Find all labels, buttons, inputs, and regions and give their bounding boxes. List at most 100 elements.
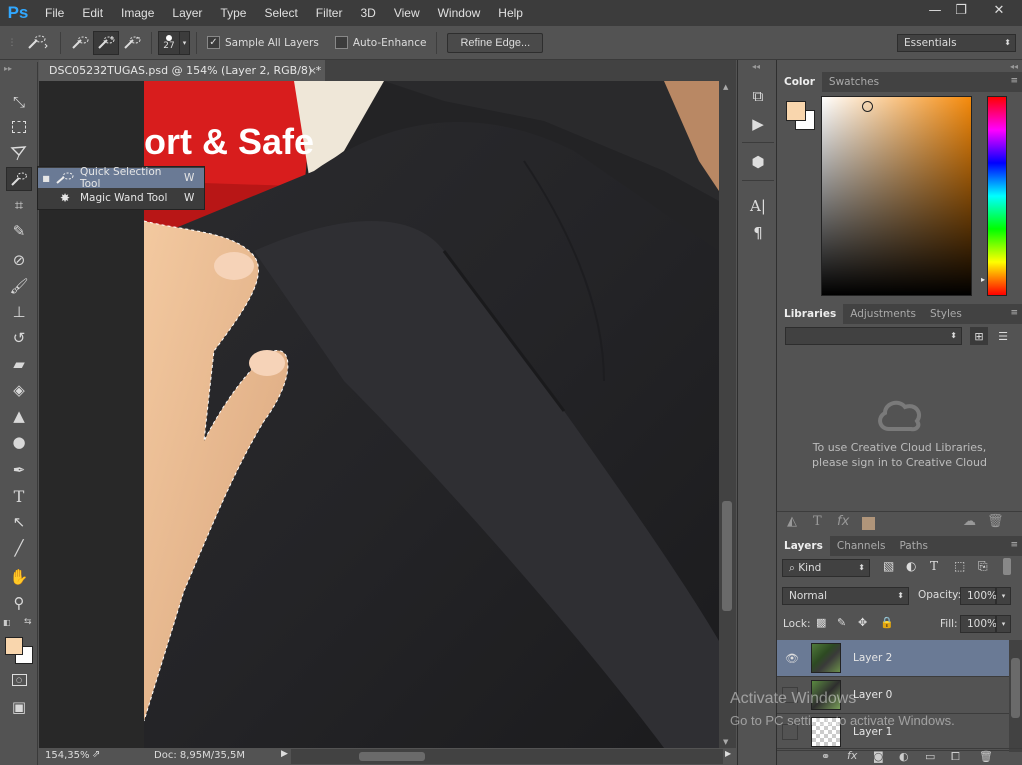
link-layers-icon[interactable]: ⚭ bbox=[821, 750, 830, 763]
filter-adjustment-icon[interactable]: ◐ bbox=[906, 559, 916, 573]
library-select[interactable]: ⬍ bbox=[785, 327, 962, 345]
new-adjustment-layer-icon[interactable]: ◐ bbox=[899, 750, 909, 763]
eraser-tool[interactable]: ▰ bbox=[6, 352, 32, 376]
zoom-tool[interactable]: ⚲ bbox=[6, 591, 32, 615]
add-mask-icon[interactable]: ◙ bbox=[873, 750, 884, 763]
menu-filter[interactable]: Filter bbox=[307, 0, 352, 26]
sample-all-layers-option[interactable]: ✓ Sample All Layers bbox=[207, 36, 319, 49]
filter-pixel-icon[interactable]: ▧ bbox=[883, 559, 894, 573]
brush-tool[interactable]: 🖌 bbox=[6, 274, 32, 298]
add-graphic-icon[interactable]: ◭ bbox=[787, 514, 797, 529]
collapse-dock-icon[interactable]: ◂◂ bbox=[1010, 62, 1018, 71]
panel-menu-icon[interactable]: ≡ bbox=[1010, 308, 1018, 318]
tab-libraries[interactable]: Libraries bbox=[777, 304, 844, 324]
3d-panel-button[interactable]: ⬢ bbox=[745, 150, 771, 174]
auto-enhance-checkbox[interactable] bbox=[334, 36, 348, 49]
delete-layer-icon[interactable]: 🗑 bbox=[979, 750, 993, 763]
menu-help[interactable]: Help bbox=[489, 0, 532, 26]
path-selection-tool[interactable]: ↖ bbox=[6, 510, 32, 534]
menu-file[interactable]: File bbox=[36, 0, 73, 26]
tab-channels[interactable]: Channels bbox=[830, 536, 893, 556]
close-document-button[interactable]: × bbox=[308, 60, 317, 81]
layer-filter-select[interactable]: ⌕ Kind ⬍ bbox=[782, 559, 870, 577]
add-layer-style-icon[interactable]: fx bbox=[847, 749, 857, 762]
scrollbar-thumb[interactable] bbox=[722, 501, 732, 611]
blend-mode-select[interactable]: Normal ⬍ bbox=[782, 587, 909, 605]
eyedropper-tool[interactable]: ✎ bbox=[6, 219, 32, 243]
pen-tool[interactable]: ✒ bbox=[6, 458, 32, 482]
new-selection-button[interactable] bbox=[67, 31, 93, 55]
tab-styles[interactable]: Styles bbox=[923, 304, 969, 324]
brush-size-picker[interactable]: 27 bbox=[158, 30, 180, 55]
menu-window[interactable]: Window bbox=[429, 0, 490, 26]
fill-dropdown-arrow[interactable]: ▾ bbox=[996, 615, 1011, 633]
zoom-level[interactable]: 154,35% bbox=[45, 750, 90, 761]
brush-size-dropdown-arrow[interactable]: ▾ bbox=[180, 30, 190, 55]
move-tool[interactable]: ⤡ bbox=[6, 90, 32, 114]
hue-slider-handle[interactable]: ▸ bbox=[981, 275, 985, 284]
scroll-right-icon[interactable]: ▶ bbox=[725, 749, 731, 758]
export-icon[interactable]: ⇗ bbox=[92, 749, 100, 760]
default-colors-icon[interactable]: ◧ bbox=[3, 618, 11, 627]
menu-select[interactable]: Select bbox=[255, 0, 306, 26]
lock-all-icon[interactable]: 🔒 bbox=[880, 616, 894, 629]
vertical-scrollbar[interactable]: ▲ ▼ bbox=[719, 81, 736, 748]
tab-layers[interactable]: Layers bbox=[777, 536, 830, 556]
line-tool[interactable]: ╱ bbox=[6, 536, 32, 560]
blur-tool[interactable]: ▲ bbox=[6, 404, 32, 428]
panel-menu-icon[interactable]: ≡ bbox=[1010, 540, 1018, 550]
lock-transparent-icon[interactable]: ▩ bbox=[816, 616, 826, 629]
refine-edge-button[interactable]: Refine Edge... bbox=[447, 32, 544, 53]
screen-mode-button[interactable]: ▣ bbox=[6, 695, 32, 719]
layers-scrollbar[interactable] bbox=[1009, 640, 1022, 752]
tab-adjustments[interactable]: Adjustments bbox=[843, 304, 923, 324]
list-view-button[interactable]: ☰ bbox=[994, 327, 1012, 345]
layer-name[interactable]: Layer 0 bbox=[853, 689, 892, 701]
menu-image[interactable]: Image bbox=[112, 0, 163, 26]
marquee-tool[interactable] bbox=[6, 115, 32, 139]
horizontal-scrollbar[interactable] bbox=[291, 749, 723, 764]
flyout-item-magic-wand[interactable]: ✸ Magic Wand Tool W bbox=[38, 188, 204, 208]
hand-tool[interactable]: ✋ bbox=[6, 565, 32, 589]
filter-smart-object-icon[interactable]: ⎘ bbox=[978, 559, 988, 574]
horizontal-scrollbar-thumb[interactable] bbox=[359, 752, 425, 761]
history-brush-tool[interactable]: ↺ bbox=[6, 326, 32, 350]
scroll-up-icon[interactable]: ▲ bbox=[723, 83, 728, 91]
color-picker-circle[interactable] bbox=[862, 101, 873, 112]
lock-pixels-icon[interactable]: ✎ bbox=[837, 616, 846, 629]
menu-layer[interactable]: Layer bbox=[163, 0, 211, 26]
sample-all-layers-checkbox[interactable]: ✓ bbox=[207, 36, 220, 49]
collapse-toolbox-icon[interactable]: ▸▸ bbox=[4, 64, 12, 73]
panel-menu-icon[interactable]: ≡ bbox=[1010, 76, 1018, 86]
fill-input[interactable]: 100% bbox=[960, 615, 997, 633]
add-color-icon[interactable] bbox=[862, 517, 875, 530]
menu-type[interactable]: Type bbox=[211, 0, 255, 26]
color-field[interactable] bbox=[821, 96, 972, 296]
add-style-icon[interactable]: fx bbox=[837, 514, 849, 529]
restore-button[interactable]: ❐ bbox=[946, 0, 976, 20]
trash-icon[interactable]: 🗑 bbox=[987, 514, 1004, 529]
dodge-tool[interactable]: ● bbox=[6, 430, 32, 454]
add-text-icon[interactable]: T bbox=[813, 514, 822, 529]
layer-name[interactable]: Layer 2 bbox=[853, 652, 892, 664]
panel-foreground-swatch[interactable] bbox=[786, 101, 806, 121]
lasso-tool[interactable] bbox=[6, 141, 32, 165]
document-tab[interactable]: DSC05232TUGAS.psd @ 154% (Layer 2, RGB/8… bbox=[39, 60, 325, 81]
workspace-select[interactable]: Essentials ⬍ bbox=[897, 34, 1016, 52]
hue-slider[interactable]: ▸ bbox=[981, 96, 1007, 296]
visibility-eye-icon[interactable]: 👁 bbox=[785, 652, 799, 665]
quick-selection-tool[interactable] bbox=[6, 167, 32, 191]
close-window-button[interactable]: ✕ bbox=[982, 0, 1016, 20]
collapse-strip-icon[interactable]: ◂◂ bbox=[752, 62, 760, 71]
lock-position-icon[interactable]: ✥ bbox=[858, 616, 867, 629]
document-image[interactable]: ort & Safe bbox=[144, 81, 719, 748]
tool-preset-picker[interactable] bbox=[20, 31, 54, 55]
auto-enhance-option[interactable]: Auto-Enhance bbox=[334, 36, 426, 49]
add-to-selection-button[interactable] bbox=[93, 30, 119, 55]
filter-shape-icon[interactable]: ⬚ bbox=[954, 559, 965, 573]
scroll-down-icon[interactable]: ▼ bbox=[723, 738, 728, 746]
quick-mask-button[interactable]: ○ bbox=[6, 668, 32, 692]
cloud-sync-icon[interactable]: ☁ bbox=[963, 514, 976, 529]
paint-bucket-tool[interactable]: ◈ bbox=[6, 378, 32, 402]
status-menu-arrow[interactable]: ▶ bbox=[281, 749, 288, 759]
